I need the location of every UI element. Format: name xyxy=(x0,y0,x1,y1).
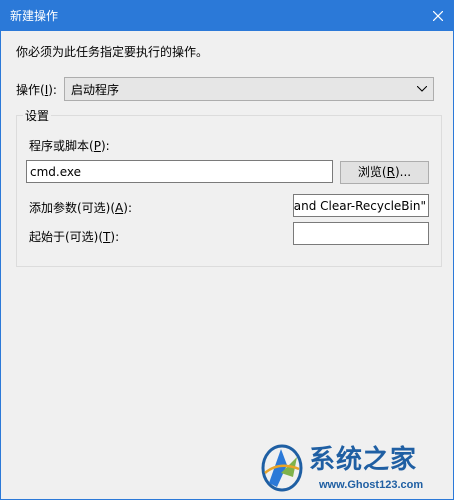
action-select[interactable]: 启动程序 xyxy=(64,77,434,101)
settings-group-title: 设置 xyxy=(23,108,52,124)
watermark: 系统之家 www.Ghost123.com xyxy=(259,441,453,499)
close-button[interactable] xyxy=(423,1,453,31)
brand-logo-icon xyxy=(261,444,303,492)
arguments-input[interactable]: and Clear-RecycleBin" xyxy=(293,194,429,217)
action-label: 操作(I): xyxy=(16,83,57,97)
program-input-value: cmd.exe xyxy=(30,165,82,179)
title-bar[interactable]: 新建操作 xyxy=(1,1,453,31)
watermark-brand: 系统之家 xyxy=(309,445,418,475)
program-label: 程序或脚本(P): xyxy=(29,139,110,153)
close-icon xyxy=(433,11,443,21)
program-input[interactable]: cmd.exe xyxy=(26,160,333,183)
watermark-url: www.Ghost123.com xyxy=(319,479,424,491)
chevron-down-icon xyxy=(417,86,427,92)
instruction-text: 你必须为此任务指定要执行的操作。 xyxy=(16,45,209,59)
window-title: 新建操作 xyxy=(10,9,59,23)
arguments-label: 添加参数(可选)(A): xyxy=(29,201,132,215)
browse-button[interactable]: 浏览(R)... xyxy=(340,161,429,184)
new-action-dialog: 新建操作 你必须为此任务指定要执行的操作。 操作(I): 启动程序 设置 程序或… xyxy=(0,0,454,500)
start-in-label: 起始于(可选)(T): xyxy=(29,230,120,244)
action-select-value: 启动程序 xyxy=(71,83,120,97)
arguments-input-value: and Clear-RecycleBin" xyxy=(293,199,426,213)
start-in-input[interactable] xyxy=(293,222,429,245)
